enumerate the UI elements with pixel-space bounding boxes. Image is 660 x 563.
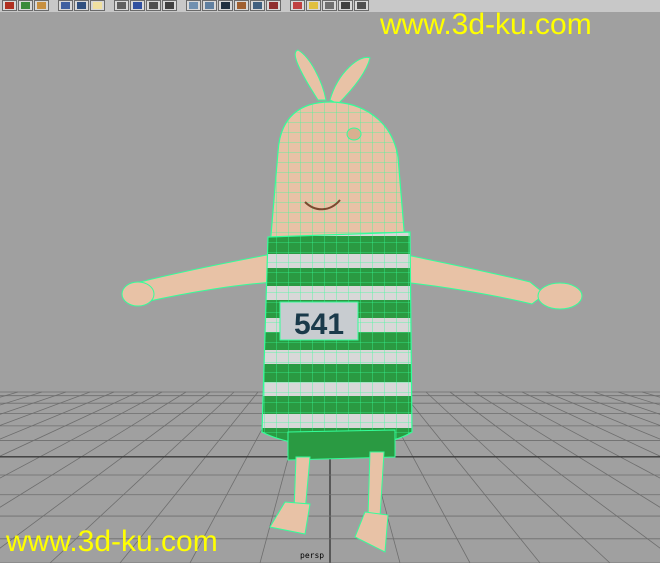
grid-line	[545, 391, 660, 440]
shelf-button[interactable]	[34, 0, 49, 11]
ear-right	[329, 56, 371, 105]
grid-line	[425, 391, 611, 563]
outliner-icon	[149, 2, 158, 9]
hypershade-icon	[61, 2, 70, 9]
bulb-button[interactable]	[306, 0, 321, 11]
arm-right	[401, 253, 546, 305]
hand-left	[121, 281, 155, 307]
camera-label: persp	[300, 551, 325, 560]
grid-line	[497, 391, 660, 479]
viewport-canvas: 541	[0, 49, 660, 563]
texture-icon	[237, 2, 246, 9]
script-editor-icon	[165, 2, 174, 9]
grid-icon	[117, 2, 126, 9]
material-icon	[269, 2, 278, 9]
hand-right	[537, 282, 583, 310]
graph-editor-icon	[133, 2, 142, 9]
grid-line	[641, 391, 660, 398]
grid-line	[569, 391, 660, 426]
watermark-bottom: www.3d-ku.com	[6, 525, 218, 558]
uv-editor-button[interactable]	[74, 0, 89, 11]
material-button[interactable]	[266, 0, 281, 11]
key-icon	[325, 2, 334, 9]
shirt-number: 541	[294, 308, 344, 341]
layers-button[interactable]	[18, 0, 33, 11]
light-icon	[93, 2, 102, 9]
blend-button[interactable]	[290, 0, 305, 11]
script-editor-button[interactable]	[162, 0, 177, 11]
light-button[interactable]	[90, 0, 105, 11]
cube-button[interactable]	[202, 0, 217, 11]
frame-icon	[341, 2, 350, 9]
shelf-icon	[37, 2, 46, 9]
perspective-viewport[interactable]: 541	[0, 12, 660, 563]
texture-button[interactable]	[234, 0, 249, 11]
frame-button[interactable]	[338, 0, 353, 11]
render-icon	[5, 2, 14, 9]
key-button[interactable]	[322, 0, 337, 11]
character-model[interactable]: 541	[121, 49, 583, 553]
bulb-icon	[309, 2, 318, 9]
grid-button[interactable]	[114, 0, 129, 11]
uv-editor-icon	[77, 2, 86, 9]
watermark-top: www.3d-ku.com	[380, 8, 592, 41]
sphere-button[interactable]	[186, 0, 201, 11]
camera-button[interactable]	[218, 0, 233, 11]
hypershade-button[interactable]	[58, 0, 73, 11]
sphere-icon	[189, 2, 198, 9]
paint-button[interactable]	[250, 0, 265, 11]
head-mesh	[270, 102, 405, 247]
grid-line	[593, 391, 660, 415]
paint-icon	[253, 2, 262, 9]
render-button[interactable]	[2, 0, 17, 11]
graph-editor-button[interactable]	[130, 0, 145, 11]
link-icon	[357, 2, 366, 9]
foot-left	[269, 501, 311, 535]
layers-icon	[21, 2, 30, 9]
foot-right	[354, 511, 389, 553]
leg-right	[367, 451, 385, 518]
blend-icon	[293, 2, 302, 9]
link-button[interactable]	[354, 0, 369, 11]
camera-icon	[221, 2, 230, 9]
grid-line	[473, 391, 660, 508]
eye	[346, 127, 362, 141]
ear-left	[294, 49, 327, 101]
grid-line	[401, 391, 541, 563]
outliner-button[interactable]	[146, 0, 161, 11]
cube-icon	[205, 2, 214, 9]
grid-line	[449, 391, 660, 549]
